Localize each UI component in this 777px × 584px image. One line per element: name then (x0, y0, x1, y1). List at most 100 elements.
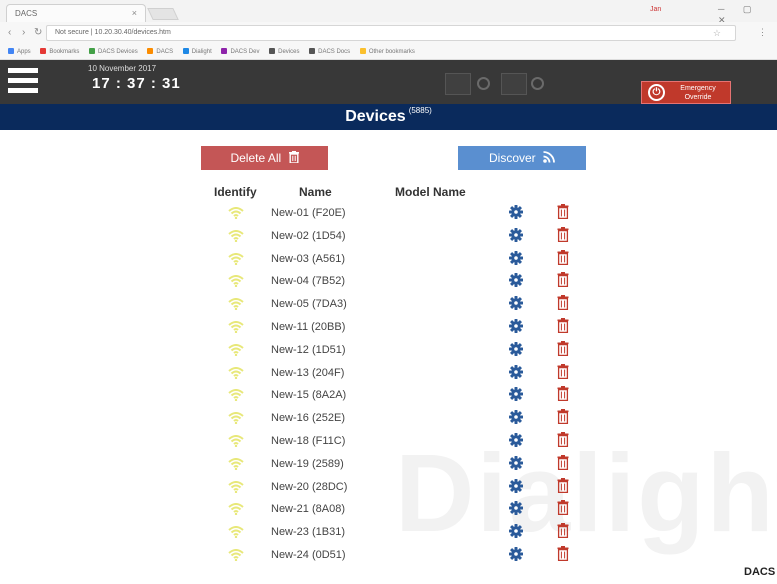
header-clock: 17 : 37 : 31 (92, 75, 181, 92)
delete-trash-icon[interactable] (557, 204, 569, 220)
delete-trash-icon[interactable] (557, 295, 569, 311)
bookmarks-bar: Apps Bookmarks DACS Devices DACS Dialigh… (0, 44, 777, 60)
address-bar[interactable]: Not secure | 10.20.30.40/devices.htm ☆ (46, 25, 736, 41)
identify-wifi-icon[interactable] (228, 366, 244, 379)
bookmark-item[interactable]: DACS Docs (309, 48, 350, 55)
identify-wifi-icon[interactable] (228, 388, 244, 402)
power-icon: ⏻ (648, 84, 665, 101)
delete-trash-icon[interactable] (557, 454, 569, 470)
identify-wifi-icon[interactable] (228, 502, 244, 516)
delete-all-button[interactable]: Delete All (201, 146, 328, 170)
delete-trash-icon[interactable] (557, 226, 569, 242)
device-row: New-20 (28DC) (0, 476, 777, 499)
forward-icon[interactable]: › (22, 27, 25, 38)
settings-gear-icon[interactable] (509, 273, 523, 288)
identify-wifi-icon[interactable] (228, 480, 244, 493)
browser-tab[interactable]: DACS × (6, 4, 146, 22)
settings-gear-icon[interactable] (509, 432, 523, 447)
identify-wifi-icon[interactable] (228, 525, 244, 539)
settings-gear-icon[interactable] (509, 205, 523, 219)
identify-wifi-icon[interactable] (228, 548, 244, 562)
tab-title: DACS (15, 9, 38, 18)
delete-trash-icon[interactable] (557, 523, 569, 539)
delete-trash-icon[interactable] (557, 431, 569, 448)
settings-gear-icon[interactable] (509, 501, 523, 516)
tab-close-icon[interactable]: × (132, 8, 137, 18)
identify-wifi-icon[interactable] (228, 274, 244, 288)
emergency-override-button[interactable]: ⏻ Emergency Override (641, 81, 731, 104)
delete-trash-icon[interactable] (557, 477, 569, 493)
device-count: (5885) (408, 106, 432, 115)
browser-menu-icon[interactable]: ⋮ (758, 27, 767, 38)
discover-button[interactable]: Discover (458, 146, 586, 170)
settings-gear-icon[interactable] (509, 341, 523, 356)
device-name: New-12 (1D51) (271, 343, 346, 356)
device-name: New-04 (7B52) (271, 275, 345, 288)
settings-gear-icon[interactable] (509, 250, 523, 265)
bookmark-item[interactable]: Dialight (182, 48, 212, 55)
bookmark-item[interactable]: Apps (8, 48, 31, 55)
header-date: 10 November 2017 (88, 64, 157, 73)
app-header: 10 November 2017 17 : 37 : 31 ⏻ Emergenc… (0, 60, 777, 104)
bookmark-item[interactable]: DACS Devices (89, 48, 138, 55)
settings-gear-icon[interactable] (509, 227, 523, 242)
address-text: Not secure | 10.20.30.40/devices.htm (55, 29, 171, 36)
device-name: New-13 (204F) (271, 366, 345, 379)
identify-wifi-icon[interactable] (228, 457, 244, 470)
device-name: New-02 (1D54) (271, 229, 346, 242)
settings-gear-icon[interactable] (509, 455, 523, 470)
delete-trash-icon[interactable] (557, 386, 569, 402)
device-name: New-16 (252E) (271, 412, 345, 425)
column-header-model: Model Name (395, 185, 466, 199)
identify-wifi-icon[interactable] (228, 434, 244, 448)
hamburger-menu-icon[interactable] (8, 68, 38, 94)
device-row: New-24 (0D51) (0, 544, 777, 567)
delete-trash-icon[interactable] (557, 340, 569, 356)
settings-gear-icon[interactable] (509, 318, 523, 333)
bookmark-item[interactable]: DACS (147, 48, 173, 55)
identify-wifi-icon[interactable] (228, 343, 244, 356)
device-name: New-15 (8A2A) (271, 389, 347, 402)
new-tab-button[interactable] (147, 8, 179, 20)
back-icon[interactable]: ‹ (8, 27, 11, 38)
device-row: New-13 (204F) (0, 362, 777, 385)
settings-gear-icon[interactable] (509, 524, 523, 539)
delete-trash-icon[interactable] (557, 409, 569, 425)
delete-trash-icon[interactable] (557, 317, 569, 334)
delete-trash-icon[interactable] (557, 272, 569, 288)
bookmark-star-icon[interactable]: ☆ (713, 28, 721, 39)
identify-wifi-icon[interactable] (228, 206, 244, 220)
identify-wifi-icon[interactable] (228, 320, 244, 334)
delete-trash-icon[interactable] (557, 500, 569, 516)
settings-gear-icon[interactable] (509, 364, 523, 379)
identify-wifi-icon[interactable] (228, 297, 244, 311)
device-row: New-18 (F11C) (0, 430, 777, 453)
device-row: New-11 (20BB) (0, 316, 777, 339)
reload-icon[interactable]: ↻ (34, 27, 42, 38)
settings-gear-icon[interactable] (509, 296, 523, 311)
rss-icon (543, 151, 555, 163)
settings-gear-icon[interactable] (509, 410, 523, 425)
identify-wifi-icon[interactable] (228, 252, 244, 265)
bookmark-item[interactable]: DACS Dev (221, 48, 259, 55)
bookmark-item[interactable]: Devices (269, 48, 299, 55)
identify-wifi-icon[interactable] (228, 229, 244, 242)
column-header-name: Name (299, 185, 332, 199)
delete-trash-icon[interactable] (557, 249, 569, 265)
device-name: New-19 (2589) (271, 457, 344, 470)
window-user-badge[interactable]: Jan (650, 6, 661, 13)
device-name: New-20 (28DC) (271, 480, 348, 493)
settings-gear-icon[interactable] (509, 546, 523, 561)
settings-gear-icon[interactable] (509, 387, 523, 402)
bookmark-item[interactable]: Bookmarks (40, 48, 79, 55)
identify-wifi-icon[interactable] (228, 411, 244, 425)
footer-brand: DACS (744, 566, 776, 578)
delete-trash-icon[interactable] (557, 545, 569, 562)
device-row: New-15 (8A2A) (0, 384, 777, 407)
delete-trash-icon[interactable] (557, 363, 569, 379)
device-row: New-03 (A561) (0, 248, 777, 271)
delete-all-label: Delete All (230, 151, 282, 165)
settings-gear-icon[interactable] (509, 478, 523, 493)
bookmark-item[interactable]: Other bookmarks (359, 48, 415, 55)
status-circle-icon (477, 77, 490, 90)
